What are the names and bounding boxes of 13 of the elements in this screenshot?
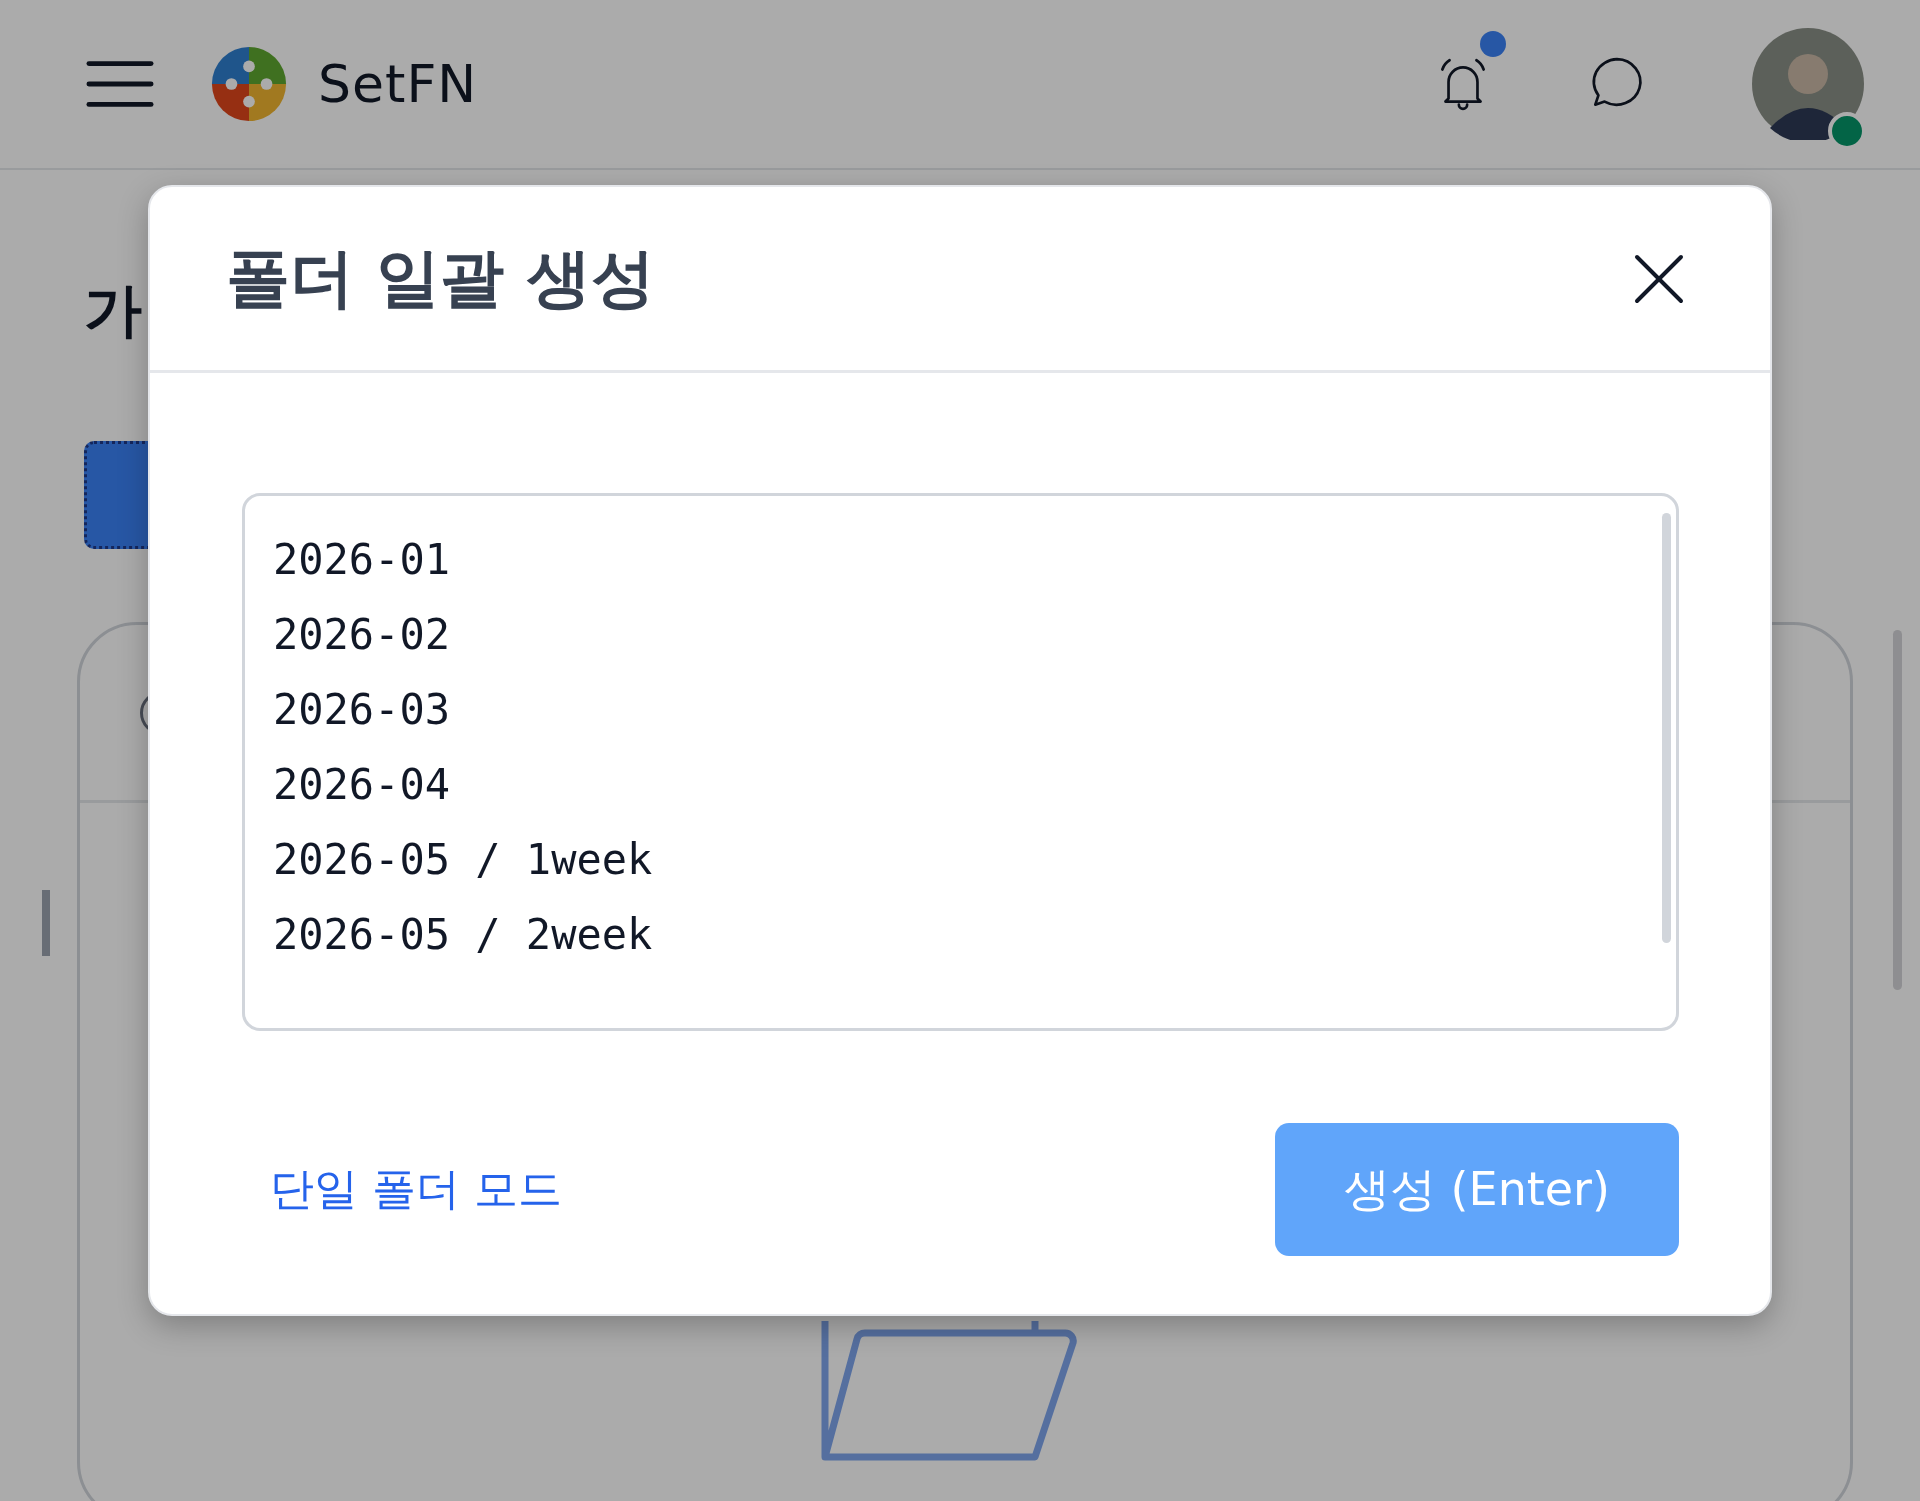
page-heading: 가 <box>84 278 143 342</box>
scrollbar-thumb[interactable] <box>1662 513 1671 943</box>
input-field[interactable]: 2026-01 2026-02 2026-03 2026-04 2026-05 / 1week 2026-05 / 2week <box>242 493 1679 1031</box>
folder-icon <box>820 1321 1080 1463</box>
menu-icon[interactable] <box>86 59 154 109</box>
scroll-handle[interactable] <box>42 890 50 956</box>
brand-name: SetFN <box>318 54 478 114</box>
close-icon[interactable] <box>1634 253 1684 304</box>
avatar[interactable] <box>1752 28 1864 140</box>
dialog-title: 폴더 일괄 생성 <box>226 240 655 317</box>
puzzle-logo-icon <box>210 45 288 123</box>
single-folder-mode-link[interactable]: 단일 폴더 모드 <box>270 1160 562 1219</box>
scrollbar-thumb[interactable] <box>1893 630 1902 990</box>
